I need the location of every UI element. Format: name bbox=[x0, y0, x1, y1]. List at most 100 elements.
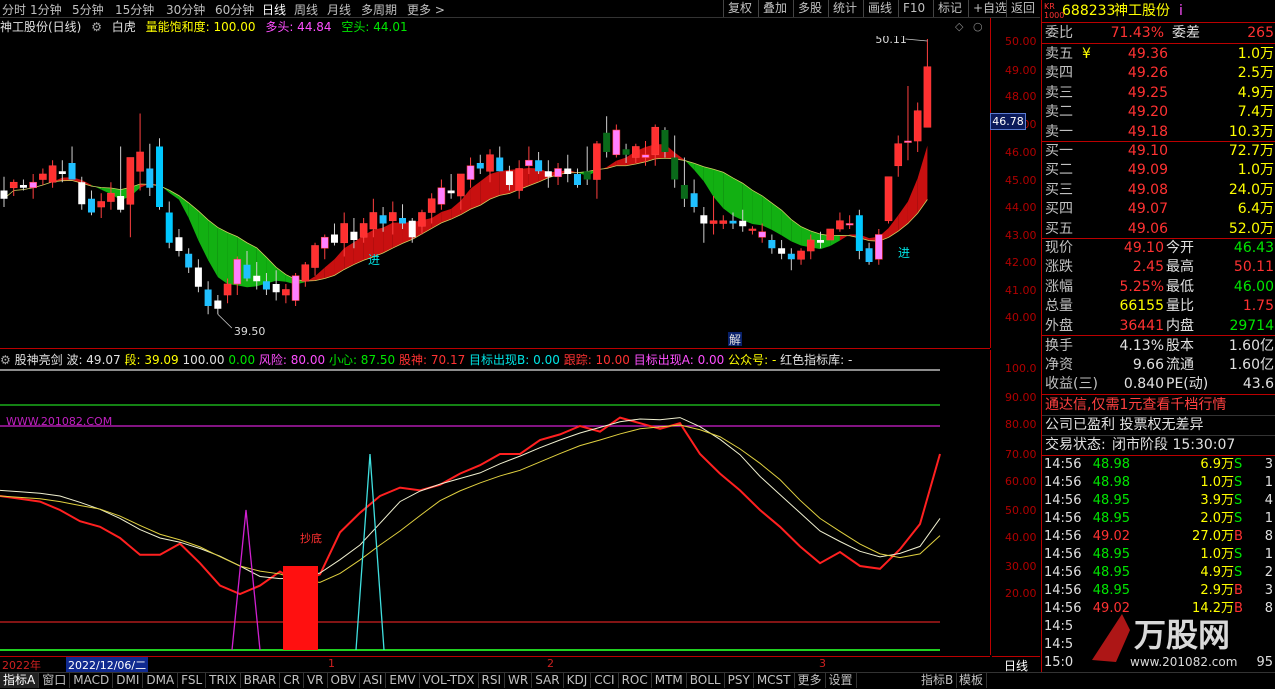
period-tab-monthly[interactable]: 月线 bbox=[327, 1, 351, 18]
overlay-button[interactable]: 叠加 bbox=[758, 0, 791, 17]
tab-macd[interactable]: MACD bbox=[70, 673, 114, 688]
red-library-value: 红色指标库: - bbox=[780, 353, 853, 367]
ask-row[interactable]: 卖一 49.18 10.3万 bbox=[1042, 123, 1275, 141]
period-tab-1min[interactable]: 1分钟 bbox=[30, 1, 62, 18]
pane-divider[interactable] bbox=[0, 348, 990, 349]
indicator-tick: 60.00 bbox=[1005, 475, 1037, 488]
tab-rsi[interactable]: RSI bbox=[479, 673, 506, 688]
bid-row[interactable]: 买三 49.08 24.0万 bbox=[1042, 181, 1275, 199]
fundamental-label: 净资 bbox=[1045, 357, 1073, 373]
chart-option-icon[interactable]: ○ bbox=[973, 20, 983, 33]
indicator-name[interactable]: 白虎 bbox=[112, 20, 136, 34]
year-label: 2022年 bbox=[2, 659, 41, 672]
tab-roc[interactable]: ROC bbox=[619, 673, 652, 688]
ribbon-segment bbox=[898, 201, 908, 232]
ask-row[interactable]: 卖五 ¥49.36 1.0万 bbox=[1042, 45, 1275, 63]
bid-row-label: 买一 bbox=[1045, 143, 1073, 159]
ribbon-segment bbox=[480, 174, 490, 206]
ask-row[interactable]: 卖四 49.26 2.5万 bbox=[1042, 64, 1275, 82]
f10-button[interactable]: F10 bbox=[898, 0, 929, 17]
tab-mtm[interactable]: MTM bbox=[652, 673, 687, 688]
period-tab-15min[interactable]: 15分钟 bbox=[115, 1, 154, 18]
tab-window[interactable]: 窗口 bbox=[39, 673, 71, 688]
ask-row[interactable]: 卖三 49.25 4.9万 bbox=[1042, 84, 1275, 102]
tab-mcst[interactable]: MCST bbox=[754, 673, 795, 688]
tab-cr[interactable]: CR bbox=[280, 673, 304, 688]
tab-sar[interactable]: SAR bbox=[532, 673, 564, 688]
period-tab-more[interactable]: 更多 > bbox=[407, 1, 445, 18]
tab-trix[interactable]: TRIX bbox=[206, 673, 241, 688]
tab-more[interactable]: 更多 bbox=[795, 673, 826, 688]
period-tab-fenshi[interactable]: 分时 bbox=[2, 1, 26, 18]
current-price-tag: 46.78 bbox=[990, 113, 1026, 130]
promo-text[interactable]: 通达信,仅需1元查看千档行情 bbox=[1045, 396, 1226, 414]
tick-time: 14:56 bbox=[1044, 565, 1082, 580]
tab-wr[interactable]: WR bbox=[505, 673, 533, 688]
bid-row[interactable]: 买四 49.07 6.4万 bbox=[1042, 200, 1275, 218]
bid-row[interactable]: 买一 49.10 72.7万 bbox=[1042, 142, 1275, 160]
candle-body bbox=[117, 196, 125, 210]
back-button[interactable]: 返回 bbox=[1006, 0, 1039, 17]
zoom-icon[interactable]: ◇ bbox=[955, 20, 963, 33]
period-tab-multi[interactable]: 多周期 bbox=[361, 1, 397, 18]
candle-body bbox=[9, 181, 18, 189]
tab-brar[interactable]: BRAR bbox=[241, 673, 281, 688]
bid-row[interactable]: 买二 49.09 1.0万 bbox=[1042, 161, 1275, 179]
period-indicator[interactable]: 日线 bbox=[992, 656, 1040, 673]
info-icon[interactable]: i bbox=[1179, 2, 1183, 20]
indicator-settings-icon[interactable]: ⚙ bbox=[0, 353, 11, 367]
tick-side: S bbox=[1234, 547, 1243, 562]
tick-time: 14:56 bbox=[1044, 511, 1082, 526]
tick-row: 14:56 48.98 6.9万 S 3 bbox=[1042, 456, 1275, 474]
tab-kdj[interactable]: KDJ bbox=[564, 673, 592, 688]
tab-cci[interactable]: CCI bbox=[591, 673, 619, 688]
tab-fsl[interactable]: FSL bbox=[178, 673, 207, 688]
candle-body bbox=[262, 281, 270, 290]
indicator-chart[interactable]: WWW.201082.COM 抄底 bbox=[0, 368, 990, 656]
candle-body bbox=[311, 245, 319, 268]
tab-obv[interactable]: OBV bbox=[328, 673, 361, 688]
candle-body bbox=[836, 220, 844, 230]
add-watchlist-button[interactable]: +自选 bbox=[968, 0, 1011, 17]
ask-row[interactable]: 卖二 49.20 7.4万 bbox=[1042, 103, 1275, 121]
candle-body bbox=[505, 171, 513, 185]
promo-link[interactable]: 通达信,仅需1元查看千档行情 bbox=[1042, 396, 1275, 414]
candle-body bbox=[690, 193, 698, 207]
tab-vr[interactable]: VR bbox=[304, 673, 328, 688]
period-tab-30min[interactable]: 30分钟 bbox=[166, 1, 205, 18]
month-label: 1 bbox=[328, 657, 335, 670]
tab-asi[interactable]: ASI bbox=[360, 673, 387, 688]
tab-indicator-a[interactable]: 指标A bbox=[0, 673, 40, 688]
settings-icon[interactable]: ⚙ bbox=[91, 20, 102, 34]
tab-settings[interactable]: 设置 bbox=[826, 673, 857, 688]
ask-row-label: 卖四 bbox=[1045, 65, 1073, 82]
low-marker-line bbox=[217, 313, 233, 329]
multi-stock-button[interactable]: 多股 bbox=[793, 0, 826, 17]
bid-row-volume: 24.0万 bbox=[1228, 181, 1274, 198]
candle-body bbox=[0, 190, 8, 199]
tab-dmi[interactable]: DMI bbox=[113, 673, 144, 688]
period-tab-weekly[interactable]: 周线 bbox=[294, 1, 318, 18]
tab-indicator-b[interactable]: 指标B bbox=[918, 673, 958, 688]
ask-row-volume: 7.4万 bbox=[1237, 104, 1274, 121]
tab-dma[interactable]: DMA bbox=[143, 673, 179, 688]
risk-value: 风险: 80.00 bbox=[258, 353, 326, 367]
tab-emv[interactable]: EMV bbox=[386, 673, 420, 688]
candle-body bbox=[884, 176, 893, 222]
tab-vol-tdx[interactable]: VOL-TDX bbox=[420, 673, 479, 688]
tick-row: 14:56 49.02 14.2万 B 8 bbox=[1042, 600, 1275, 618]
indicator-title[interactable]: 股神亮剑 bbox=[15, 353, 63, 367]
draw-line-button[interactable]: 画线 bbox=[863, 0, 896, 17]
bid-row[interactable]: 买五 49.06 52.0万 bbox=[1042, 220, 1275, 238]
tab-psy[interactable]: PSY bbox=[725, 673, 754, 688]
period-tab-5min[interactable]: 5分钟 bbox=[72, 1, 104, 18]
tick-side: B bbox=[1234, 529, 1243, 544]
period-tab-daily[interactable]: 日线 bbox=[262, 1, 286, 18]
tab-boll[interactable]: BOLL bbox=[687, 673, 725, 688]
mark-button[interactable]: 标记 bbox=[933, 0, 966, 17]
candlestick-chart[interactable]: 50.1139.50进 进解 bbox=[0, 36, 990, 348]
stats-button[interactable]: 统计 bbox=[828, 0, 861, 17]
period-tab-60min[interactable]: 60分钟 bbox=[215, 1, 254, 18]
fuquan-button[interactable]: 复权 bbox=[723, 0, 756, 17]
tab-template[interactable]: 模板 bbox=[956, 673, 988, 688]
